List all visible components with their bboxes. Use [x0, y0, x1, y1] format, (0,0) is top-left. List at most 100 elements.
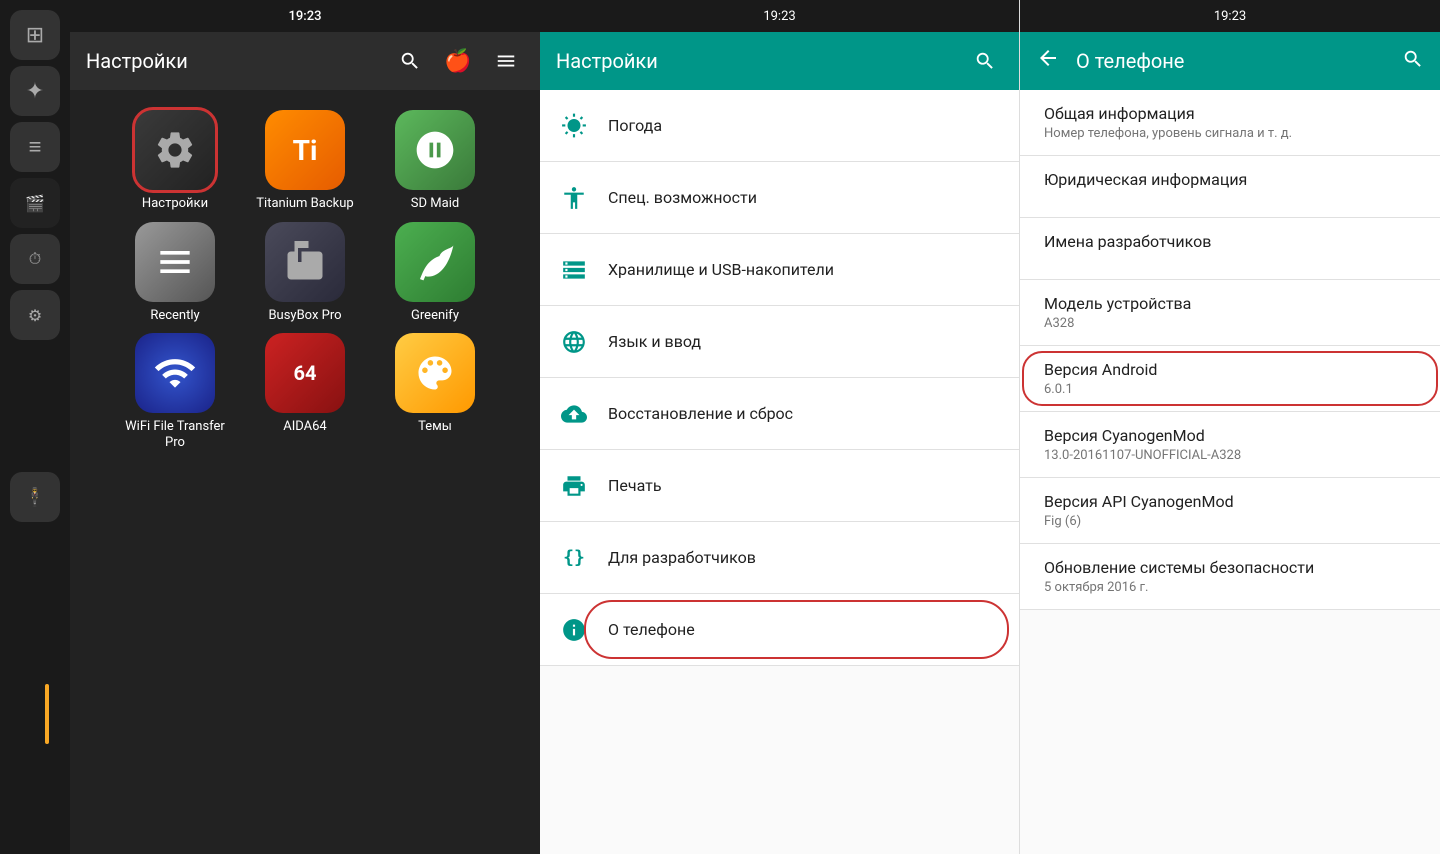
app-item-wifi[interactable]: WiFi File Transfer Pro	[120, 333, 230, 450]
back-arrow-icon	[1036, 46, 1060, 70]
middle-header: Настройки	[540, 32, 1019, 90]
settings-item-accessibility-label: Спец. возможности	[608, 188, 757, 207]
print-icon	[556, 468, 592, 504]
left-menu-button[interactable]	[488, 43, 524, 79]
right-header-title: О телефоне	[1076, 49, 1390, 73]
app-label-wifi: WiFi File Transfer Pro	[120, 419, 230, 450]
side-panel: ⊞ ✦ ≡ 🎬 ⏱ ⚙ 🕴	[0, 0, 70, 854]
right-panel-about: 19:23 О телефоне Общая информация Номер …	[1020, 0, 1440, 854]
app-label-settings: Настройки	[142, 196, 208, 212]
app-label-aida64: AIDA64	[283, 419, 327, 435]
side-icon-grid[interactable]: ⊞	[10, 10, 60, 60]
wifi-icon	[153, 351, 197, 395]
app-item-settings[interactable]: Настройки	[120, 110, 230, 212]
side-icon-settings-gear[interactable]: ⚙	[10, 290, 60, 340]
left-panel-app-drawer: 19:23 Настройки 🍎	[70, 0, 540, 854]
settings-item-weather[interactable]: Погода	[540, 90, 1019, 162]
api-title: Версия API CyanogenMod	[1044, 492, 1416, 511]
settings-item-backup[interactable]: Восстановление и сброс	[540, 378, 1019, 450]
menu-icon	[495, 50, 517, 72]
side-icon-compass[interactable]: ✦	[10, 66, 60, 116]
general-info-subtitle: Номер телефона, уровень сигнала и т. д.	[1044, 126, 1416, 141]
middle-status-time: 19:23	[763, 9, 795, 24]
side-icon-suit[interactable]: 🕴	[10, 472, 60, 522]
api-subtitle: Fig (6)	[1044, 514, 1416, 529]
back-button[interactable]	[1036, 46, 1060, 76]
settings-item-storage-label: Хранилище и USB-накопители	[608, 260, 834, 279]
side-icon-clock[interactable]: ⏱	[10, 234, 60, 284]
settings-item-language-label: Язык и ввод	[608, 332, 701, 351]
left-status-bar: 19:23	[70, 0, 540, 32]
middle-status-bar: 19:23	[540, 0, 1019, 32]
about-phone-list: Общая информация Номер телефона, уровень…	[1020, 90, 1440, 854]
about-item-model[interactable]: Модель устройства A328	[1020, 280, 1440, 346]
about-item-api[interactable]: Версия API CyanogenMod Fig (6)	[1020, 478, 1440, 544]
app-item-busybox[interactable]: BusyBox Pro	[250, 222, 360, 324]
busybox-icon	[284, 241, 326, 283]
apple-icon-button[interactable]: 🍎	[440, 43, 476, 79]
settings-item-about-label: О телефоне	[608, 620, 695, 639]
settings-item-print[interactable]: Печать	[540, 450, 1019, 522]
sdmaid-icon	[413, 128, 457, 172]
right-header: О телефоне	[1020, 32, 1440, 90]
settings-item-accessibility[interactable]: Спец. возможности	[540, 162, 1019, 234]
accessibility-icon	[556, 180, 592, 216]
android-version-subtitle: 6.0.1	[1044, 382, 1416, 397]
about-item-android[interactable]: Версия Android 6.0.1	[1020, 346, 1440, 412]
settings-item-storage[interactable]: Хранилище и USB-накопители	[540, 234, 1019, 306]
about-item-general[interactable]: Общая информация Номер телефона, уровень…	[1020, 90, 1440, 156]
settings-item-language[interactable]: Язык и ввод	[540, 306, 1019, 378]
app-row-1: Настройки Ti Titanium Backup SD Maid	[120, 110, 490, 212]
left-status-time: 19:23	[289, 9, 322, 24]
scroll-indicator	[45, 684, 49, 744]
app-item-recently[interactable]: Recently	[120, 222, 230, 324]
about-item-legal[interactable]: Юридическая информация	[1020, 156, 1440, 218]
developers-title: Имена разработчиков	[1044, 232, 1416, 251]
app-label-busybox: BusyBox Pro	[268, 308, 341, 324]
app-item-greenify[interactable]: Greenify	[380, 222, 490, 324]
cyanogen-title: Версия CyanogenMod	[1044, 426, 1416, 445]
model-title: Модель устройства	[1044, 294, 1416, 313]
side-icon-list[interactable]: ≡	[10, 122, 60, 172]
model-subtitle: A328	[1044, 316, 1416, 331]
greenify-icon	[413, 240, 457, 284]
left-header: Настройки 🍎	[70, 32, 540, 90]
right-status-bar: 19:23	[1020, 0, 1440, 32]
security-title: Обновление системы безопасности	[1044, 558, 1416, 577]
app-label-sdmaid: SD Maid	[411, 196, 459, 212]
app-item-aida64[interactable]: 64 AIDA64	[250, 333, 360, 450]
cyanogen-subtitle: 13.0-20161107-UNOFFICIAL-A328	[1044, 448, 1416, 463]
recently-icon	[153, 240, 197, 284]
app-row-2: Recently BusyBox Pro Greenify	[120, 222, 490, 324]
settings-item-print-label: Печать	[608, 476, 662, 495]
general-info-title: Общая информация	[1044, 104, 1416, 123]
search-icon	[399, 50, 421, 72]
settings-item-developer-label: Для разработчиков	[608, 548, 756, 567]
middle-search-button[interactable]	[967, 43, 1003, 79]
app-item-themes[interactable]: Темы	[380, 333, 490, 450]
middle-panel-settings: 19:23 Настройки Погода Спец.	[540, 0, 1020, 854]
app-item-sdmaid[interactable]: SD Maid	[380, 110, 490, 212]
settings-item-backup-label: Восстановление и сброс	[608, 404, 793, 423]
settings-item-about[interactable]: О телефоне	[540, 594, 1019, 666]
side-icon-film[interactable]: 🎬	[10, 178, 60, 228]
storage-icon	[556, 252, 592, 288]
app-item-titanium[interactable]: Ti Titanium Backup	[250, 110, 360, 212]
left-search-button[interactable]	[392, 43, 428, 79]
app-label-themes: Темы	[418, 419, 452, 435]
app-label-recently: Recently	[150, 308, 199, 324]
middle-search-icon	[974, 50, 996, 72]
about-item-cyanogen[interactable]: Версия CyanogenMod 13.0-20161107-UNOFFIC…	[1020, 412, 1440, 478]
about-item-developers[interactable]: Имена разработчиков	[1020, 218, 1440, 280]
right-search-button[interactable]	[1402, 48, 1424, 75]
themes-icon	[413, 351, 457, 395]
security-subtitle: 5 октября 2016 г.	[1044, 580, 1416, 595]
app-label-titanium: Titanium Backup	[256, 196, 353, 212]
settings-item-developer[interactable]: {} Для разработчиков	[540, 522, 1019, 594]
app-label-greenify: Greenify	[411, 308, 459, 324]
backup-icon	[556, 396, 592, 432]
language-icon	[556, 324, 592, 360]
about-item-security[interactable]: Обновление системы безопасности 5 октябр…	[1020, 544, 1440, 610]
middle-header-title: Настройки	[556, 49, 955, 73]
developer-icon: {}	[556, 540, 592, 576]
